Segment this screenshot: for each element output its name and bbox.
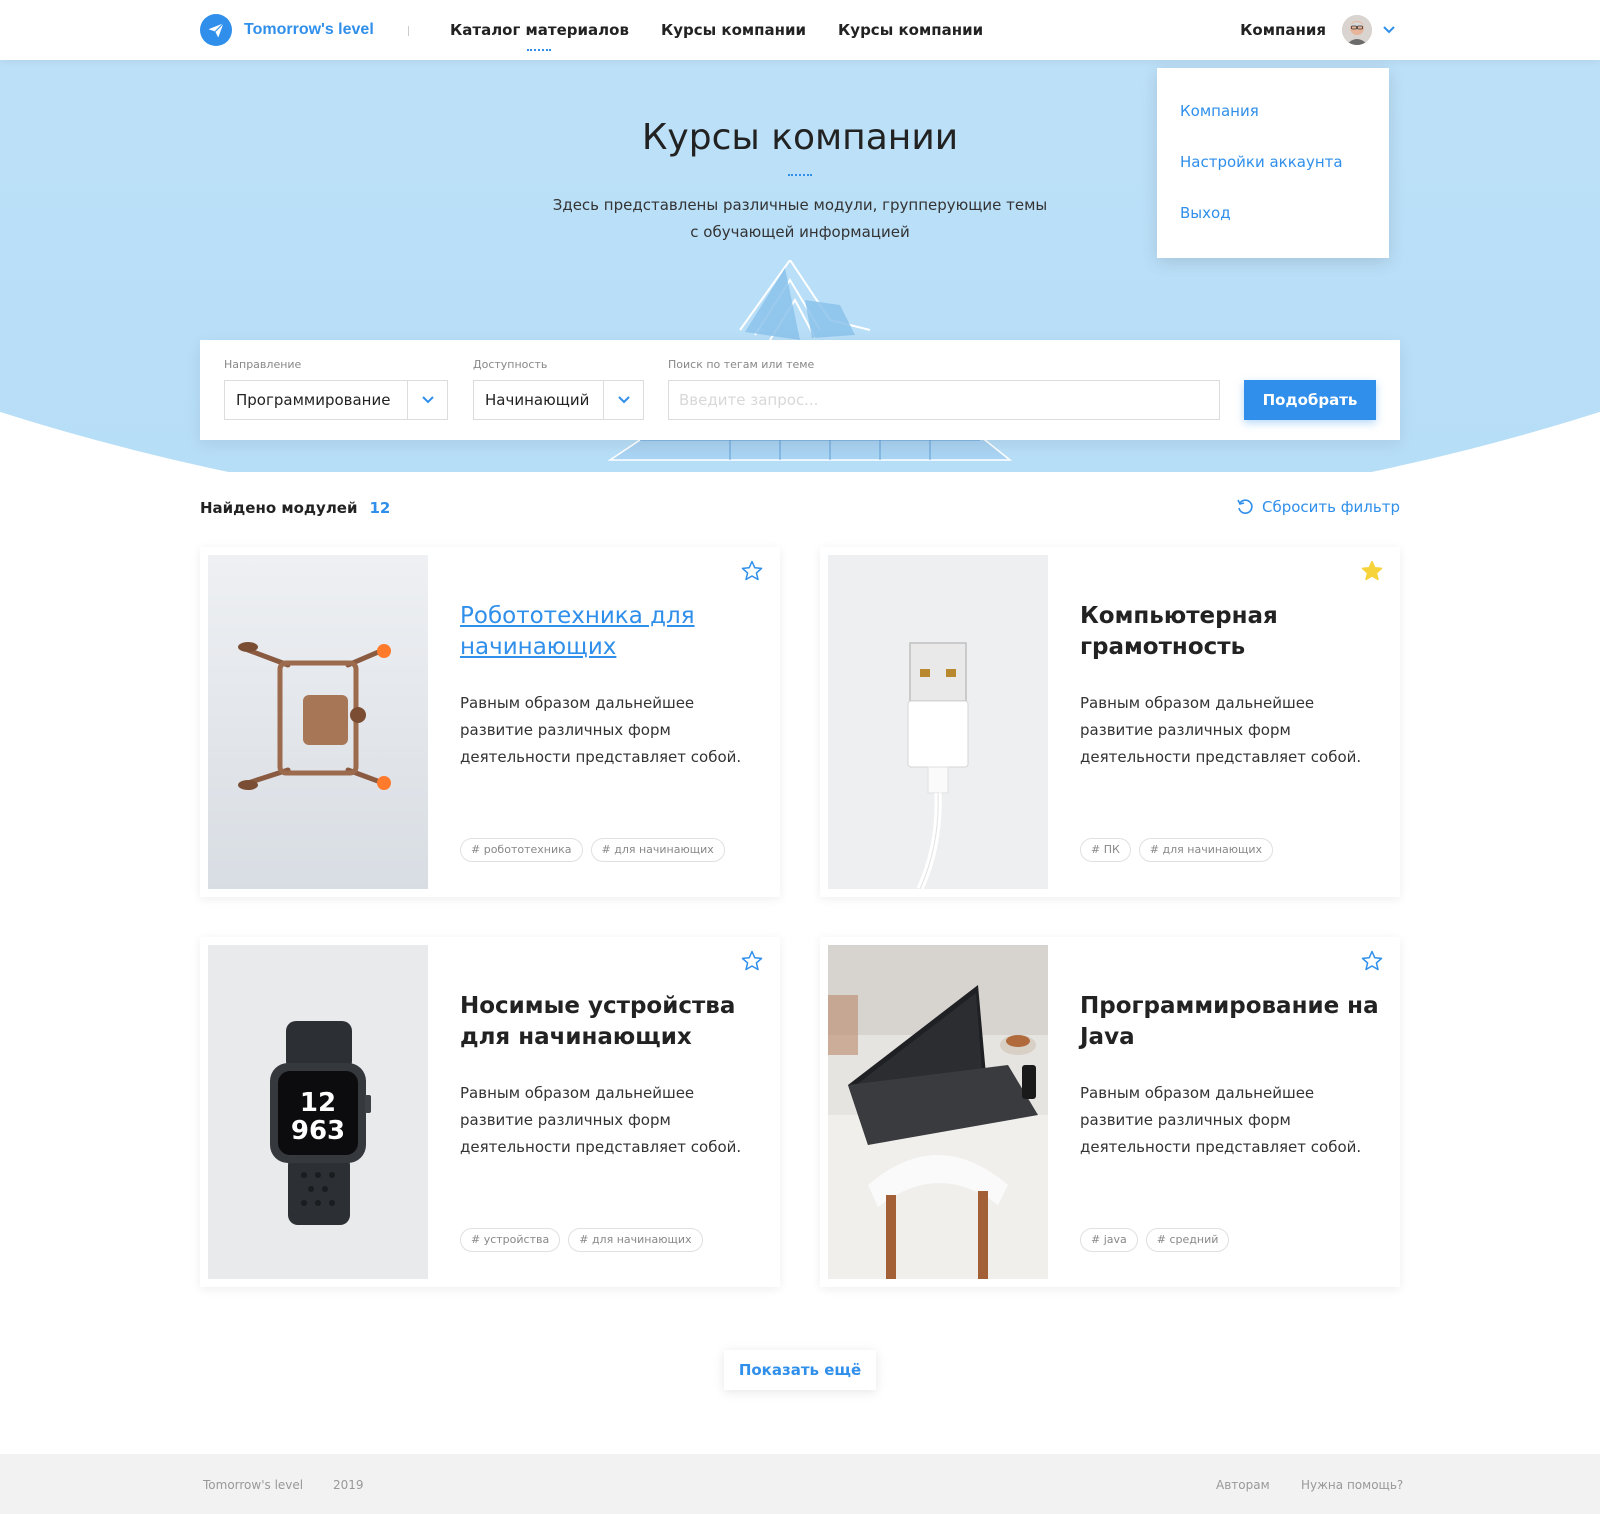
submit-filter-button[interactable]: Подобрать <box>1244 380 1376 420</box>
usb-cable-image <box>828 555 1048 889</box>
divider <box>408 26 409 36</box>
menu-item-settings[interactable]: Настройки аккаунта <box>1157 152 1389 203</box>
card-title[interactable]: Компьютерная грамотность <box>1080 601 1380 663</box>
tag[interactable]: # для начинающих <box>590 838 725 862</box>
footer-help-link[interactable]: Нужна помощь? <box>1301 1478 1403 1492</box>
filter-bar: Направление Программирование Доступность… <box>200 340 1400 440</box>
search-input[interactable] <box>668 380 1220 420</box>
nav-company-courses[interactable]: Курсы компании <box>661 21 806 39</box>
footer-authors-link[interactable]: Авторам <box>1216 1478 1270 1492</box>
direction-value: Программирование <box>236 391 391 409</box>
found-count: 12 <box>369 499 391 517</box>
card-tags: # робототехника # для начинающих <box>460 838 725 862</box>
card-description: Равным образом дальнейшее развитие разли… <box>1080 694 1362 766</box>
reset-filter-button[interactable]: Сбросить фильтр <box>1236 498 1400 516</box>
card-title[interactable]: Робототехника для начинающих <box>460 601 760 663</box>
reset-label: Сбросить фильтр <box>1261 498 1400 516</box>
card-tags: # ПК # для начинающих <box>1080 838 1274 862</box>
title-underline <box>788 174 812 176</box>
laptop-image <box>828 945 1048 1279</box>
nav-catalog[interactable]: Каталог материалов <box>450 21 629 51</box>
card-description: Равным образом дальнейшее развитие разли… <box>460 1084 742 1156</box>
card-tags: # устройства # для начинающих <box>460 1228 703 1252</box>
smartwatch-image: 12 963 <box>208 945 428 1279</box>
main-nav: Каталог материалов Курсы компании Курсы … <box>450 0 983 60</box>
level-select[interactable]: Начинающий <box>473 380 644 420</box>
user-dropdown: Компания Настройки аккаунта Выход <box>1157 68 1389 258</box>
chevron-down-icon <box>603 381 643 419</box>
subtitle-line-1: Здесь представлены различные модули, гру… <box>552 196 1048 214</box>
user-menu-toggle[interactable]: Компания <box>1240 0 1396 60</box>
tag[interactable]: # ПК <box>1080 838 1131 862</box>
direction-label: Направление <box>224 358 302 371</box>
menu-item-logout[interactable]: Выход <box>1157 203 1389 254</box>
nav-company-courses-2[interactable]: Курсы компании <box>838 21 983 39</box>
drone-image <box>208 555 428 889</box>
level-label: Доступность <box>473 358 548 371</box>
found-modules: Найдено модулей 12 <box>200 499 390 517</box>
star-outline-icon[interactable] <box>740 559 764 583</box>
tag[interactable]: # java <box>1080 1228 1138 1252</box>
module-card[interactable]: Компьютерная грамотность Равным образом … <box>820 547 1400 897</box>
found-label: Найдено модулей <box>200 499 358 517</box>
star-filled-icon[interactable] <box>1360 559 1384 583</box>
card-description: Равным образом дальнейшее развитие разли… <box>1080 1084 1362 1156</box>
star-outline-icon[interactable] <box>1360 949 1384 973</box>
logo-text: Tomorrow's level <box>244 21 374 38</box>
chevron-down-icon[interactable] <box>1382 23 1396 37</box>
star-outline-icon[interactable] <box>740 949 764 973</box>
top-header: Tomorrow's level Каталог материалов Курс… <box>0 0 1600 60</box>
svg-text:963: 963 <box>291 1116 345 1146</box>
card-title[interactable]: Носимые устройства для начинающих <box>460 991 760 1053</box>
direction-select[interactable]: Программирование <box>224 380 448 420</box>
module-card[interactable]: Программирование на Java Равным образом … <box>820 937 1400 1287</box>
card-tags: # java # средний <box>1080 1228 1230 1252</box>
page-subtitle: Здесь представлены различные модули, гру… <box>500 192 1100 246</box>
footer: Tomorrow's level 2019 Авторам Нужна помо… <box>0 1454 1600 1514</box>
reset-icon <box>1237 499 1253 514</box>
paper-plane-icon <box>200 14 232 46</box>
user-name: Компания <box>1240 21 1326 39</box>
tag[interactable]: # для начинающих <box>568 1228 703 1252</box>
module-card[interactable]: Робототехника для начинающих Равным обра… <box>200 547 780 897</box>
subtitle-line-2: с обучающей информацией <box>690 223 910 241</box>
tag[interactable]: # устройства <box>460 1228 561 1252</box>
card-description: Равным образом дальнейшее развитие разли… <box>460 694 742 766</box>
footer-brand: Tomorrow's level <box>203 1478 304 1492</box>
footer-year: 2019 <box>333 1478 364 1492</box>
chevron-down-icon <box>407 381 447 419</box>
card-title[interactable]: Программирование на Java <box>1080 991 1380 1053</box>
tag[interactable]: # для начинающих <box>1138 838 1274 862</box>
module-card[interactable]: 12 963 Носимые устройства для начинающих… <box>200 937 780 1287</box>
level-value: Начинающий <box>485 391 590 409</box>
show-more-button[interactable]: Показать ещё <box>724 1350 876 1390</box>
search-label: Поиск по тегам или теме <box>668 358 815 371</box>
tag[interactable]: # средний <box>1145 1228 1230 1252</box>
menu-item-company[interactable]: Компания <box>1157 101 1389 152</box>
svg-text:12: 12 <box>300 1088 336 1118</box>
tag[interactable]: # робототехника <box>460 838 583 862</box>
avatar[interactable] <box>1342 15 1372 45</box>
logo[interactable]: Tomorrow's level <box>200 14 374 46</box>
